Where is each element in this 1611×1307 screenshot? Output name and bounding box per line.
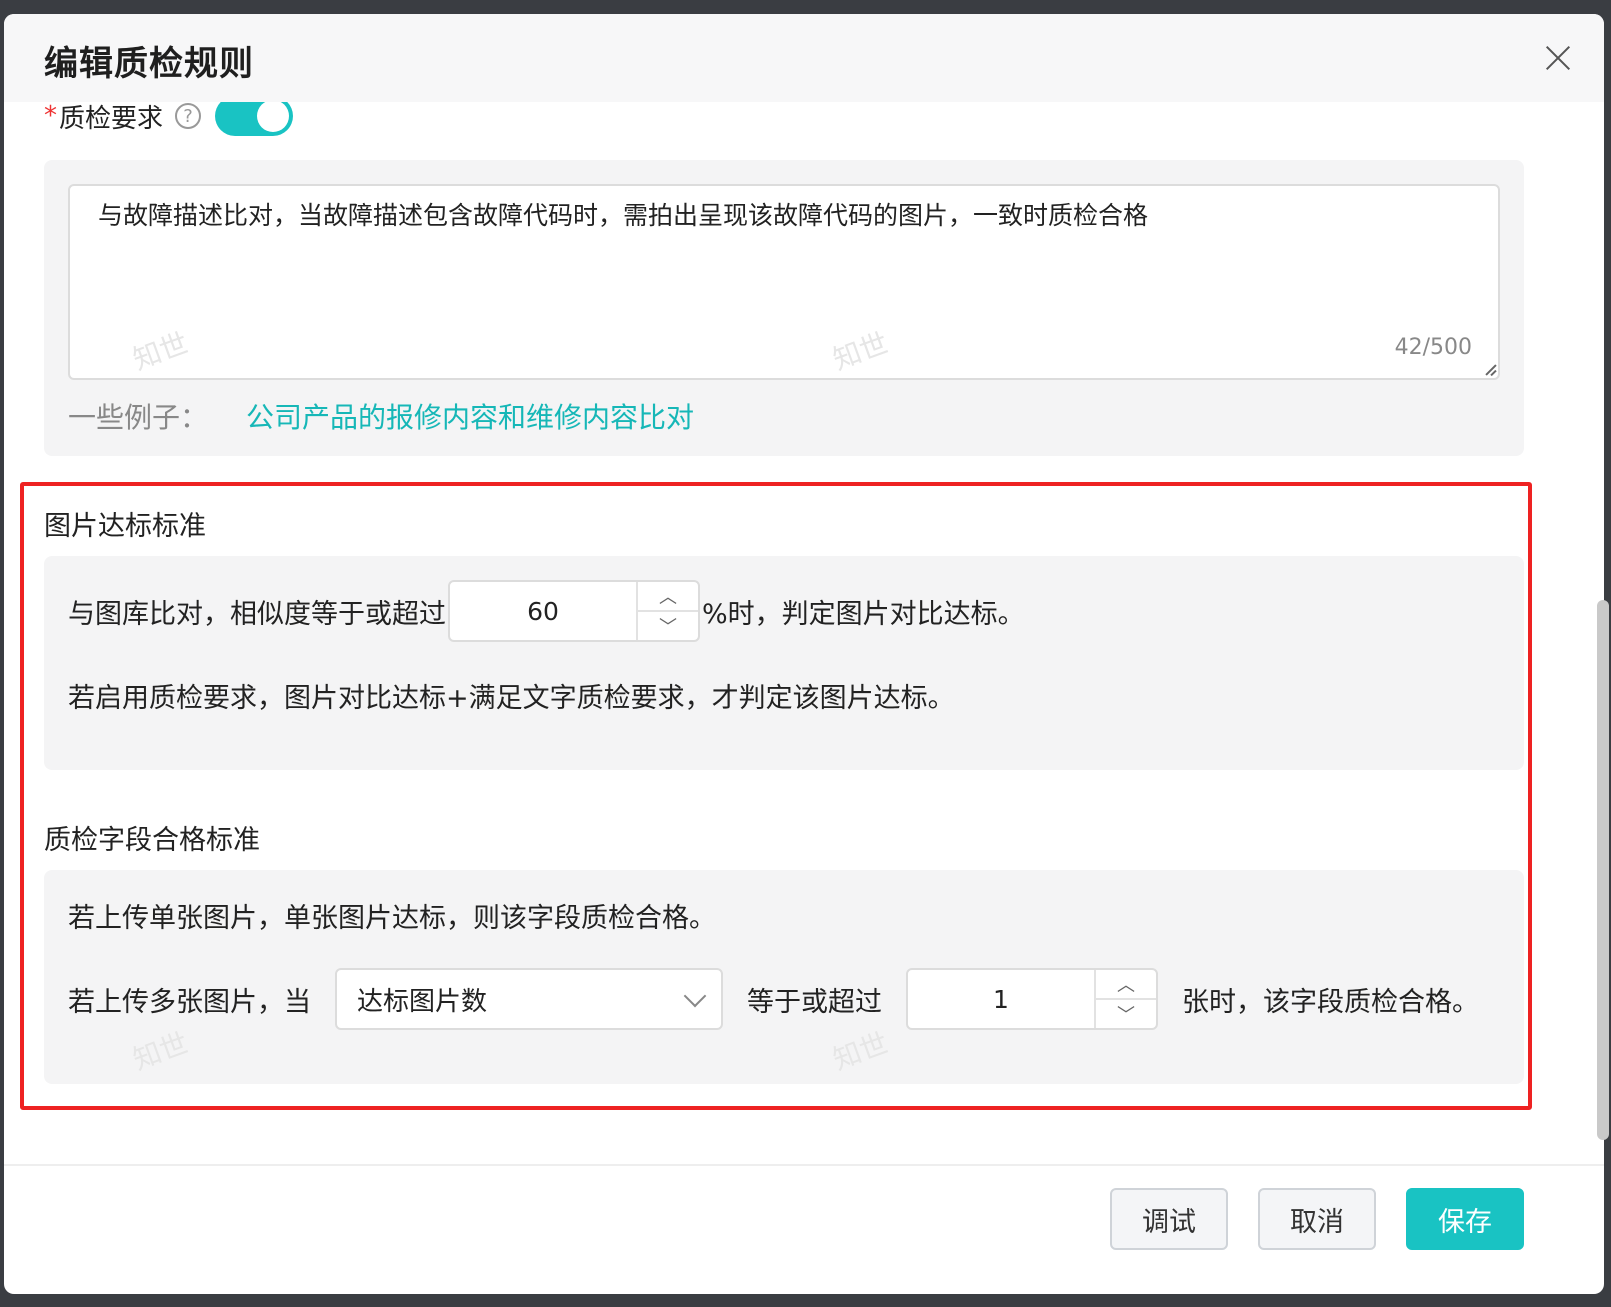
field-standard-panel: 若上传单张图片，单张图片达标，则该字段质检合格。 若上传多张图片，当 达标图片数…: [44, 870, 1524, 1084]
chevron-up-icon[interactable]: ︿: [638, 582, 698, 610]
dialog-footer: 调试 取消 保存: [4, 1164, 1604, 1294]
chevron-down-icon[interactable]: ﹀: [638, 610, 698, 640]
save-button[interactable]: 保存: [1406, 1188, 1524, 1250]
single-image-line: 若上传单张图片，单张图片达标，则该字段质检合格。: [68, 902, 716, 934]
dialog-body: * 质检要求 ? 与故障描述比对，当故障描述包含故障代码时，需拍出呈现该故障代码…: [4, 102, 1604, 1202]
debug-button[interactable]: 调试: [1110, 1188, 1228, 1250]
stepper-buttons: ︿ ﹀: [1094, 970, 1156, 1028]
image-standard-note: 若启用质检要求，图片对比达标+满足文字质检要求，才判定该图片达标。: [68, 682, 955, 714]
dialog-header: 编辑质检规则: [4, 14, 1604, 102]
stepper-buttons: ︿ ﹀: [636, 582, 698, 640]
toggle-knob: [257, 102, 290, 132]
chevron-down-icon[interactable]: ﹀: [1096, 998, 1156, 1028]
count-value: 1: [993, 984, 1009, 1014]
multi-image-line: 若上传多张图片，当 达标图片数 等于或超过 1 ︿ ﹀ 张时，该字段质检合格。: [68, 968, 1479, 1030]
resize-handle-icon[interactable]: [1482, 362, 1496, 376]
required-mark: *: [44, 102, 57, 131]
field-standard-title: 质检字段合格标准: [44, 825, 260, 856]
requirement-text: 与故障描述比对，当故障描述包含故障代码时，需拍出呈现该故障代码的图片，一致时质检…: [98, 201, 1149, 230]
close-icon[interactable]: [1542, 42, 1574, 74]
similarity-suffix: %时，判定图片对比达标。: [702, 598, 1025, 630]
cancel-button[interactable]: 取消: [1258, 1188, 1376, 1250]
requirement-row: * 质检要求 ?: [44, 102, 294, 138]
requirement-toggle[interactable]: [215, 102, 294, 136]
requirement-panel: 与故障描述比对，当故障描述包含故障代码时，需拍出呈现该故障代码的图片，一致时质检…: [44, 160, 1524, 456]
examples-label: 一些例子：: [68, 401, 209, 434]
char-counter: 42/500: [1394, 335, 1472, 360]
multi-prefix: 若上传多张图片，当: [68, 986, 311, 1018]
requirement-textarea[interactable]: 与故障描述比对，当故障描述包含故障代码时，需拍出呈现该故障代码的图片，一致时质检…: [68, 184, 1500, 380]
similarity-prefix: 与图库比对，相似度等于或超过: [68, 598, 446, 630]
multi-mid: 等于或超过: [747, 986, 882, 1018]
dialog-title: 编辑质检规则: [44, 44, 254, 84]
count-stepper[interactable]: 1 ︿ ﹀: [906, 968, 1158, 1030]
image-standard-panel: 与图库比对，相似度等于或超过 60 ︿ ﹀ %时，判定图片对比达标。 若启用质检…: [44, 556, 1524, 770]
chevron-down-icon: [683, 984, 707, 1008]
select-value: 达标图片数: [357, 986, 488, 1017]
chevron-up-icon[interactable]: ︿: [1096, 970, 1156, 998]
scrollbar[interactable]: [1597, 600, 1609, 1140]
help-icon[interactable]: ?: [175, 103, 202, 129]
similarity-stepper[interactable]: 60 ︿ ﹀: [448, 580, 700, 642]
similarity-value: 60: [527, 596, 559, 626]
image-standard-title: 图片达标标准: [44, 511, 206, 542]
examples-row: 一些例子： 公司产品的报修内容和维修内容比对: [68, 396, 694, 436]
multi-suffix: 张时，该字段质检合格。: [1182, 986, 1479, 1018]
edit-rule-dialog: 编辑质检规则 * 质检要求 ? 与故障描述比对，当故障描述包含故障代码时，需拍出…: [4, 14, 1604, 1294]
count-type-select[interactable]: 达标图片数: [335, 968, 723, 1030]
requirement-label: 质检要求: [59, 103, 164, 134]
example-link[interactable]: 公司产品的报修内容和维修内容比对: [246, 396, 694, 436]
similarity-line: 与图库比对，相似度等于或超过 60 ︿ ﹀ %时，判定图片对比达标。: [68, 580, 1025, 642]
